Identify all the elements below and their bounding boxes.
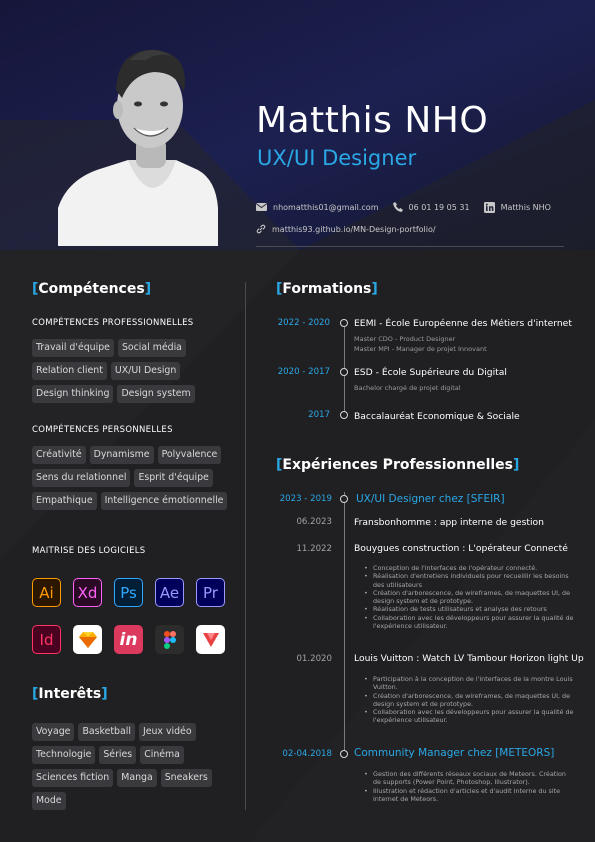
experience-title: Community Manager chez [METEORS]	[354, 747, 555, 759]
bullet-item: Gestion des différents réseaux sociaux d…	[364, 770, 574, 787]
bullet-item: Création d'arborescence, de wireframes, …	[364, 692, 574, 709]
bullet-item: Réalisation d'entretiens individuels pou…	[364, 572, 574, 589]
experience-bullets: Conception de l'interfaces de l'opérateu…	[364, 564, 574, 630]
timeline-dot	[340, 750, 348, 758]
bullet-item: Conception de l'interfaces de l'opérateu…	[364, 564, 574, 573]
experience-bullets: Participation à la conception de l'inter…	[364, 675, 574, 725]
bullet-item: Collaboration avec les développeurs pour…	[364, 708, 574, 725]
experience-title: UX/UI Designer chez [SFEIR]	[356, 493, 505, 505]
experiences-line	[343, 492, 345, 757]
experience-date: 02-04.2018	[282, 749, 332, 759]
experience-date: 2023 - 2019	[279, 494, 332, 504]
experience-date: 01.2020	[296, 654, 332, 664]
experience-title: Fransbonhomme : app interne de gestion	[354, 517, 544, 528]
bullet-item: Création d'arborescence, de wireframes, …	[364, 589, 574, 606]
experience-title: Louis Vuitton : Watch LV Tambour Horizon…	[354, 653, 584, 664]
experiences-timeline: 2023 - 2019 UX/UI Designer chez [SFEIR] …	[0, 0, 595, 842]
bullet-item: Réalisation de tests utilisateurs et ana…	[364, 605, 574, 614]
experience-date: 11.2022	[296, 544, 332, 554]
experience-title: Bouygues construction : L'opérateur Conn…	[354, 543, 568, 554]
bullet-item: Illustration et rédaction d'articles et …	[364, 787, 574, 804]
timeline-dot	[340, 495, 348, 503]
bullet-item: Collaboration avec les développeurs pour…	[364, 614, 574, 631]
experience-bullets: Gestion des différents réseaux sociaux d…	[364, 770, 574, 803]
bullet-item: Participation à la conception de l'inter…	[364, 675, 574, 692]
experience-date: 06.2023	[296, 517, 332, 527]
